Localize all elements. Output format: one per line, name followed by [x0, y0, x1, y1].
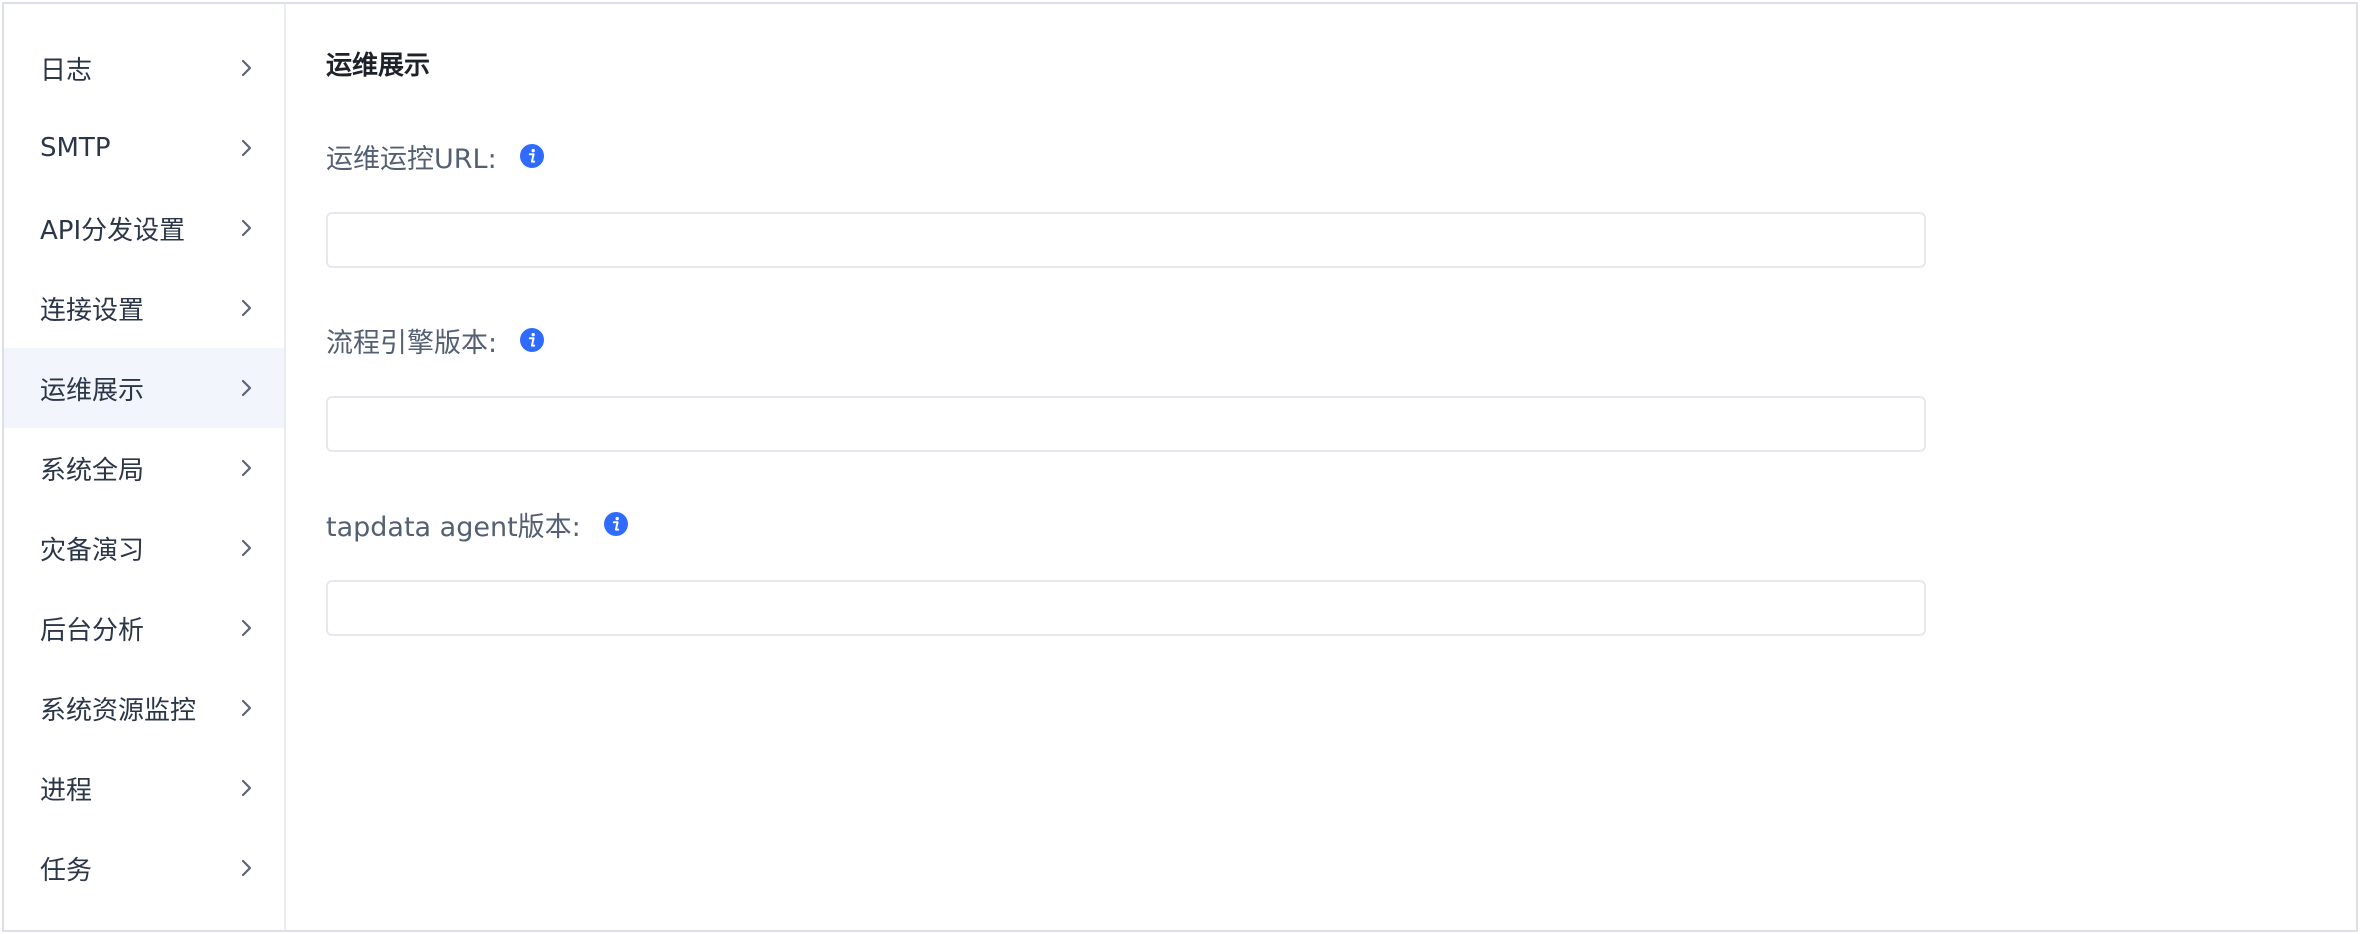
chevron-right-icon [241, 859, 252, 877]
field-label-row: tapdata agent版本: [326, 504, 2356, 544]
chevron-right-icon [241, 59, 252, 77]
field-label-row: 流程引擎版本: [326, 320, 2356, 360]
field-label: 运维运控URL: [326, 143, 497, 175]
chevron-right-icon [241, 699, 252, 717]
sidebar-item-label: 任务 [40, 855, 93, 886]
field-ops-url: 运维运控URL: [326, 136, 2356, 268]
field-engine-version: 流程引擎版本: [326, 320, 2356, 452]
settings-content: 运维展示 运维运控URL: 流程引擎版本: tapdata agent版本: [286, 4, 2356, 930]
field-label-row: 运维运控URL: [326, 136, 2356, 176]
sidebar-item-connection[interactable]: 连接设置 [4, 268, 284, 348]
sidebar-item-label: 后台分析 [40, 615, 145, 646]
sidebar-item-label: 灾备演习 [40, 535, 145, 566]
sidebar-item-resource-monitor[interactable]: 系统资源监控 [4, 668, 284, 748]
sidebar-item-label: 系统资源监控 [40, 695, 197, 726]
info-icon[interactable] [519, 143, 545, 169]
chevron-right-icon [241, 219, 252, 237]
sidebar-item-backend-analysis[interactable]: 后台分析 [4, 588, 284, 668]
chevron-right-icon [241, 779, 252, 797]
sidebar-item-system-global[interactable]: 系统全局 [4, 428, 284, 508]
chevron-right-icon [241, 459, 252, 477]
chevron-right-icon [241, 379, 252, 397]
sidebar-item-label: API分发设置 [40, 215, 186, 246]
sidebar-item-label: 进程 [40, 775, 93, 806]
sidebar-item-disaster-drill[interactable]: 灾备演习 [4, 508, 284, 588]
sidebar-item-label: SMTP [40, 133, 111, 163]
sidebar-item-smtp[interactable]: SMTP [4, 108, 284, 188]
sidebar-item-logs[interactable]: 日志 [4, 28, 284, 108]
sidebar-item-process[interactable]: 进程 [4, 748, 284, 828]
chevron-right-icon [241, 539, 252, 557]
chevron-right-icon [241, 139, 252, 157]
chevron-right-icon [241, 299, 252, 317]
info-icon[interactable] [519, 327, 545, 353]
sidebar-item-api-distribution[interactable]: API分发设置 [4, 188, 284, 268]
sidebar-item-tasks[interactable]: 任务 [4, 828, 284, 908]
sidebar-item-label: 日志 [40, 55, 93, 86]
page-title: 运维展示 [326, 51, 431, 81]
field-label: 流程引擎版本: [326, 327, 498, 359]
settings-sidebar: 日志 SMTP API分发设置 连接设置 运维展示 系统全局 灾备演习 后台分析… [4, 4, 286, 930]
field-label: tapdata agent版本: [326, 511, 581, 543]
field-agent-version: tapdata agent版本: [326, 504, 2356, 636]
sidebar-item-label: 连接设置 [40, 295, 145, 326]
chevron-right-icon [241, 619, 252, 637]
sidebar-item-label: 运维展示 [40, 375, 145, 406]
sidebar-item-label: 系统全局 [40, 455, 145, 486]
sidebar-item-ops-display[interactable]: 运维展示 [4, 348, 284, 428]
agent-version-input[interactable] [326, 580, 1926, 636]
ops-url-input[interactable] [326, 212, 1926, 268]
engine-version-input[interactable] [326, 396, 1926, 452]
settings-window: 日志 SMTP API分发设置 连接设置 运维展示 系统全局 灾备演习 后台分析… [2, 2, 2358, 932]
info-icon[interactable] [603, 511, 629, 537]
